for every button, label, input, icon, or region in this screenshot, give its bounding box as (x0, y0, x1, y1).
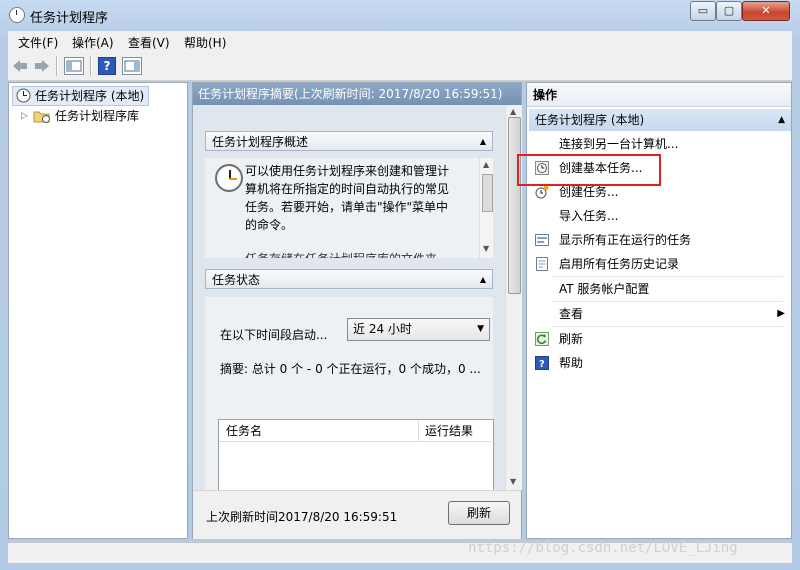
refresh-button[interactable]: 刷新 (448, 501, 510, 525)
collapse-icon[interactable]: ▲ (480, 270, 486, 290)
toolbar-separator (56, 56, 58, 76)
action-show-running-tasks[interactable]: 显示所有正在运行的任务 (533, 229, 789, 251)
tree-expander-icon[interactable]: ▷ (21, 107, 28, 125)
menu-view[interactable]: 查看(V) (128, 34, 170, 51)
status-summary: 摘要: 总计 0 个 - 0 个正在运行，0 个成功，0 ... (220, 362, 481, 376)
action-pane-icon[interactable] (122, 57, 142, 75)
tree-item-label: 任务计划程序库 (55, 109, 140, 123)
folder-clock-icon (33, 111, 50, 123)
last-refresh-text: 上次刷新时间2017/8/20 16:59:51 (206, 510, 398, 524)
scroll-down-icon[interactable]: ▼ (510, 477, 516, 486)
scroll-thumb[interactable] (482, 174, 493, 212)
scroll-up-icon[interactable]: ▲ (510, 107, 516, 116)
highlight-box (517, 154, 661, 186)
scheduler-clock-icon (215, 164, 243, 192)
overview-title: 任务计划程序概述 (212, 135, 309, 149)
minimize-button[interactable]: ▭ (690, 1, 716, 21)
title-bar[interactable]: 任务计划程序 ▭ ▢ ✕ (0, 0, 800, 30)
tree-item-task-library[interactable]: ▷ 任务计划程序库 (21, 107, 140, 125)
actions-header: 操作 (527, 83, 791, 107)
tree-item-label: 任务计划程序 (本地) (35, 89, 145, 103)
submenu-arrow-icon: ▶ (777, 308, 785, 319)
time-range-value: 近 24 小时 (353, 322, 412, 336)
summary-body: 任务计划程序概述 ▲ 可以使用任务计划程序来创建和管理计算机将在所指定的时间自动… (193, 105, 505, 490)
overview-text-more: 任务存储在任务计划程序库的文件夹 (245, 250, 437, 258)
action-refresh[interactable]: 刷新 (533, 328, 789, 350)
help-icon: ? (535, 356, 549, 370)
action-view-submenu[interactable]: 查看 ▶ (533, 303, 789, 325)
summary-footer: 上次刷新时间2017/8/20 16:59:51 刷新 (193, 490, 521, 539)
task-status-table[interactable]: 任务名 运行结果 (218, 419, 494, 490)
back-arrow-icon[interactable] (12, 57, 28, 75)
scroll-up-icon[interactable]: ▲ (483, 160, 489, 169)
toolbar: ? (8, 52, 792, 81)
svg-text:?: ? (539, 359, 545, 370)
clock-icon (16, 88, 31, 103)
status-title: 任务状态 (212, 273, 261, 287)
tree-item-scheduler-local[interactable]: 任务计划程序 (本地) (12, 86, 150, 106)
actions-divider (551, 301, 783, 302)
actions-divider (551, 276, 783, 277)
menu-bar: 文件(F) 操作(A) 查看(V) 帮助(H) (8, 31, 792, 52)
create-task-icon (535, 185, 549, 199)
action-connect-computer[interactable]: 连接到另一台计算机... (533, 133, 789, 155)
column-header-run-result[interactable]: 运行结果 (419, 420, 491, 442)
overview-scrollbar[interactable]: ▲ ▼ (479, 158, 493, 258)
scroll-thumb[interactable] (508, 117, 521, 294)
app-window: 任务计划程序 ▭ ▢ ✕ 文件(F) 操作(A) 查看(V) 帮助(H) ? 任… (0, 0, 800, 570)
overview-section-header[interactable]: 任务计划程序概述 ▲ (205, 131, 493, 151)
actions-group-header[interactable]: 任务计划程序 (本地) ▲ (529, 109, 791, 131)
overview-text: 可以使用任务计划程序来创建和管理计算机将在所指定的时间自动执行的常见任务。若要开… (245, 164, 450, 232)
running-tasks-icon (535, 234, 549, 246)
collapse-icon[interactable]: ▲ (480, 132, 486, 152)
maximize-button[interactable]: ▢ (716, 1, 742, 21)
status-section-header[interactable]: 任务状态 ▲ (205, 269, 493, 289)
history-icon (536, 257, 548, 271)
actions-divider (551, 326, 783, 327)
collapse-icon[interactable]: ▲ (778, 109, 785, 131)
actions-pane: 操作 任务计划程序 (本地) ▲ 连接到另一台计算机... 创建基本任务... … (526, 82, 792, 539)
time-range-select[interactable]: 近 24 小时 ▼ (347, 318, 490, 341)
range-label: 在以下时间段启动... (220, 328, 328, 342)
window-title: 任务计划程序 (30, 11, 109, 26)
close-button[interactable]: ✕ (742, 1, 790, 21)
action-at-service-account[interactable]: AT 服务帐户配置 (533, 278, 789, 300)
console-tree: 任务计划程序 (本地) ▷ 任务计划程序库 (8, 82, 188, 539)
actions-group-label: 任务计划程序 (本地) (535, 113, 645, 127)
forward-arrow-icon[interactable] (34, 57, 50, 75)
scroll-down-icon[interactable]: ▼ (483, 244, 489, 253)
toolbar-separator (90, 56, 92, 76)
action-import-task[interactable]: 导入任务... (533, 205, 789, 227)
overview-section-body: 可以使用任务计划程序来创建和管理计算机将在所指定的时间自动执行的常见任务。若要开… (205, 158, 493, 258)
column-header-task-name[interactable]: 任务名 (219, 420, 419, 442)
watermark: https://blog.csdn.net/LOVE_LJing (468, 540, 738, 556)
menu-file[interactable]: 文件(F) (18, 34, 58, 51)
action-help[interactable]: ? 帮助 (533, 352, 789, 374)
menu-action[interactable]: 操作(A) (72, 34, 114, 51)
console-tree-icon[interactable] (64, 57, 84, 75)
help-icon[interactable]: ? (98, 57, 116, 75)
chevron-down-icon: ▼ (477, 324, 484, 334)
refresh-icon (535, 332, 549, 346)
clock-app-icon (9, 7, 25, 23)
menu-help[interactable]: 帮助(H) (184, 34, 226, 51)
status-section-body: 在以下时间段启动... 近 24 小时 ▼ 摘要: 总计 0 个 - 0 个正在… (205, 297, 494, 490)
action-enable-task-history[interactable]: 启用所有任务历史记录 (533, 253, 789, 275)
summary-pane: 任务计划程序摘要(上次刷新时间: 2017/8/20 16:59:51) 任务计… (192, 82, 522, 539)
summary-header: 任务计划程序摘要(上次刷新时间: 2017/8/20 16:59:51) (193, 83, 521, 105)
